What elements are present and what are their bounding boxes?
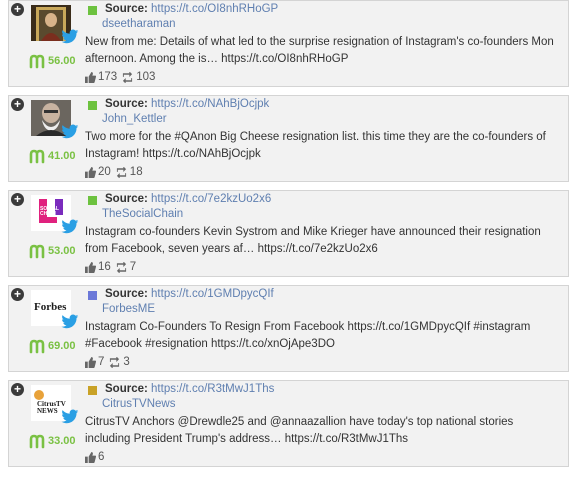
source-row: Source: https://t.co/7e2kzUo2x6	[105, 193, 271, 205]
score-value: 41.00	[48, 150, 76, 162]
score: 56.00	[29, 53, 76, 69]
like-count: 173	[98, 71, 118, 83]
source-link[interactable]: https://t.co/R3tMwJ1Ths	[151, 383, 274, 395]
tweet-text: Two more for the #QAnon Big Cheese resig…	[85, 131, 546, 160]
m-score-icon	[29, 244, 45, 259]
source-label: Source:	[105, 383, 148, 395]
like-count: 20	[98, 166, 111, 178]
like-count: 6	[98, 451, 105, 463]
retweet-icon	[123, 71, 133, 83]
expand-icon[interactable]: +	[11, 3, 24, 16]
tweet-stats: 6	[85, 451, 104, 463]
tweet-text: CitrusTV Anchors @Drewdle25 and @annaaza…	[85, 416, 514, 445]
twitter-icon	[61, 314, 79, 329]
score-value: 69.00	[48, 340, 76, 352]
category-tag	[88, 101, 97, 110]
user-handle[interactable]: TheSocialChain	[102, 208, 183, 220]
score: 33.00	[29, 433, 76, 449]
tweet-stats: 20 18	[85, 166, 143, 178]
like-count: 7	[98, 356, 105, 368]
user-handle[interactable]: John_Kettler	[102, 113, 167, 125]
user-handle[interactable]: CitrusTVNews	[102, 398, 175, 410]
tweet-card: + 41.00 Source: https://t.co/NAhBjOcjpk …	[8, 95, 569, 182]
source-link[interactable]: https://t.co/NAhBjOcjpk	[151, 98, 269, 110]
avatar-logo-text: SOCIAL CHAIN	[40, 206, 59, 217]
thumbs-up-icon	[85, 166, 96, 178]
user-handle[interactable]: ForbesME	[102, 303, 155, 315]
user-handle[interactable]: dseetharaman	[102, 18, 176, 30]
category-tag	[88, 386, 97, 395]
tweet-stats: 173 103	[85, 71, 155, 83]
twitter-icon	[61, 219, 79, 234]
source-row: Source: https://t.co/NAhBjOcjpk	[105, 98, 269, 110]
source-link[interactable]: https://t.co/1GMDpycQIf	[151, 288, 274, 300]
expand-icon[interactable]: +	[11, 98, 24, 111]
m-score-icon	[29, 434, 45, 449]
tweet-stats: 16 7	[85, 261, 136, 273]
score: 53.00	[29, 243, 76, 259]
retweet-count: 103	[136, 71, 156, 83]
source-link[interactable]: https://t.co/OI8nhRHoGP	[151, 3, 278, 15]
retweet-icon	[110, 356, 120, 368]
source-link[interactable]: https://t.co/7e2kzUo2x6	[151, 193, 271, 205]
tweet-card: + CitrusTV NEWS 33.00 Source: https://t.…	[8, 380, 569, 467]
score-value: 56.00	[48, 55, 76, 67]
source-row: Source: https://t.co/R3tMwJ1Ths	[105, 383, 274, 395]
source-row: Source: https://t.co/OI8nhRHoGP	[105, 3, 278, 15]
retweet-icon	[116, 166, 126, 178]
category-tag	[88, 6, 97, 15]
like-count: 16	[98, 261, 111, 273]
tweet-text: New from me: Details of what led to the …	[85, 36, 554, 65]
retweet-count: 3	[123, 356, 130, 368]
tweet-card: + SOCIAL CHAIN 53.00 Source: https://t.c…	[8, 190, 569, 277]
tweet-feed: + 56.00 Source: https://t.co/OI8nhRHoGP …	[0, 0, 572, 478]
twitter-icon	[61, 29, 79, 44]
tweet-text: Instagram Co-Founders To Resign From Fac…	[85, 321, 531, 350]
m-score-icon	[29, 339, 45, 354]
source-row: Source: https://t.co/1GMDpycQIf	[105, 288, 274, 300]
tweet-card: + 56.00 Source: https://t.co/OI8nhRHoGP …	[8, 0, 569, 87]
source-label: Source:	[105, 98, 148, 110]
tweet-stats: 7 3	[85, 356, 130, 368]
score: 69.00	[29, 338, 76, 354]
retweet-count: 18	[129, 166, 143, 178]
score: 41.00	[29, 148, 76, 164]
m-score-icon	[29, 149, 45, 164]
score-value: 53.00	[48, 245, 76, 257]
expand-icon[interactable]: +	[11, 288, 24, 301]
twitter-icon	[61, 409, 79, 424]
source-label: Source:	[105, 3, 148, 15]
retweet-count: 7	[129, 261, 137, 273]
source-label: Source:	[105, 193, 148, 205]
twitter-icon	[61, 124, 79, 139]
tweet-text: Instagram co-founders Kevin Systrom and …	[85, 226, 541, 255]
expand-icon[interactable]: +	[11, 193, 24, 206]
source-label: Source:	[105, 288, 148, 300]
score-value: 33.00	[48, 435, 76, 447]
thumbs-up-icon	[85, 261, 96, 273]
tweet-card: + Forbes 69.00 Source: https://t.co/1GMD…	[8, 285, 569, 372]
retweet-icon	[116, 261, 126, 273]
thumbs-up-icon	[85, 356, 96, 368]
thumbs-up-icon	[85, 71, 96, 83]
category-tag	[88, 291, 97, 300]
m-score-icon	[29, 54, 45, 69]
avatar-logo-text: Forbes	[34, 301, 67, 313]
category-tag	[88, 196, 97, 205]
thumbs-up-icon	[85, 451, 96, 463]
expand-icon[interactable]: +	[11, 383, 24, 396]
